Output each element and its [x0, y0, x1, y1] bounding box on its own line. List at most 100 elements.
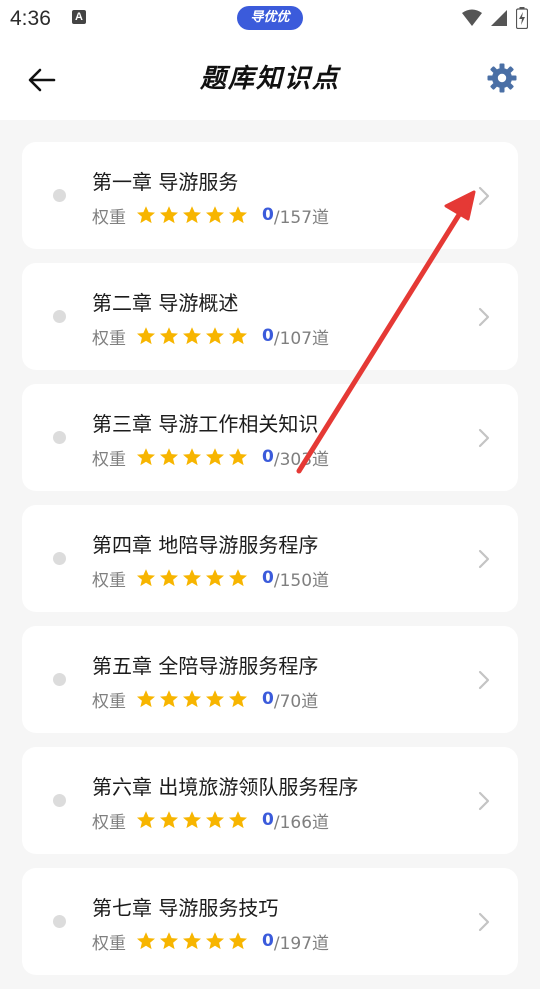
progress-total: /150道 [273, 570, 330, 591]
chapter-title: 第三章 导游工作相关知识 [92, 412, 319, 436]
star-icon [229, 327, 247, 345]
star-icon [137, 448, 155, 466]
star-icon [229, 206, 247, 224]
signal-icon [491, 10, 507, 26]
status-icons [462, 7, 528, 29]
bullet-dot [53, 915, 66, 928]
bullet-dot [53, 673, 66, 686]
chevron-right-icon [478, 670, 490, 690]
chapter-title: 第二章 导游概述 [92, 291, 239, 315]
bullet-dot [53, 552, 66, 565]
star-icon [206, 206, 224, 224]
settings-button[interactable] [484, 60, 520, 96]
star-icon [206, 932, 224, 950]
chevron-right-icon [478, 791, 490, 811]
star-icon [160, 327, 178, 345]
star-icon [183, 690, 201, 708]
star-icon [229, 932, 247, 950]
status-time: 4:36 [10, 7, 51, 30]
star-icon [206, 690, 224, 708]
progress-done: 0 [262, 689, 274, 709]
star-icon [160, 690, 178, 708]
star-icon [206, 327, 224, 345]
star-icon [183, 932, 201, 950]
chevron-right-icon [478, 186, 490, 206]
chevron-right-icon [478, 307, 490, 327]
page-title: 题库知识点 [199, 64, 340, 94]
chapter-meta: 权重 0/157道 [92, 203, 330, 228]
bullet-dot [53, 310, 66, 323]
star-icon [229, 448, 247, 466]
weight-stars [136, 326, 248, 346]
star-icon [183, 327, 201, 345]
progress-done: 0 [262, 447, 274, 467]
star-icon [229, 690, 247, 708]
status-bar: 4:36 A 导优优 [0, 0, 540, 38]
star-icon [183, 448, 201, 466]
progress-total: /166道 [273, 812, 330, 833]
weight-label: 权重 [92, 570, 126, 591]
star-icon [206, 569, 224, 587]
chapter-meta: 权重 0/70道 [92, 687, 318, 712]
chevron-right-icon [478, 428, 490, 448]
star-icon [137, 206, 155, 224]
wifi-icon [462, 9, 482, 26]
star-icon [160, 448, 178, 466]
weight-label: 权重 [92, 207, 126, 228]
chapter-meta: 权重 0/303道 [92, 445, 330, 470]
star-icon [183, 811, 201, 829]
weight-stars [136, 205, 248, 225]
chapter-meta: 权重 0/197道 [92, 929, 330, 954]
star-icon [160, 206, 178, 224]
weight-stars [136, 568, 248, 588]
weight-label: 权重 [92, 691, 126, 712]
chapter-card[interactable]: 第二章 导游概述 权重 0/107道 [22, 263, 518, 370]
chapter-meta: 权重 0/107道 [92, 324, 329, 349]
star-icon [229, 569, 247, 587]
chapter-meta: 权重 0/150道 [92, 566, 330, 591]
star-icon [160, 932, 178, 950]
battery-icon [516, 7, 528, 29]
bullet-dot [53, 794, 66, 807]
star-icon [206, 448, 224, 466]
progress-total: /157道 [273, 207, 330, 228]
chapter-card[interactable]: 第三章 导游工作相关知识 权重 0/303道 [22, 384, 518, 491]
chapter-title: 第一章 导游服务 [92, 170, 239, 194]
star-icon [160, 811, 178, 829]
chapter-title: 第五章 全陪导游服务程序 [92, 654, 319, 678]
app-badge: 导优优 [237, 6, 303, 30]
chapter-title: 第七章 导游服务技巧 [92, 896, 279, 920]
star-icon [137, 932, 155, 950]
weight-label: 权重 [92, 449, 126, 470]
chapter-title: 第六章 出境旅游领队服务程序 [92, 775, 359, 799]
chapter-card[interactable]: 第五章 全陪导游服务程序 权重 0/70道 [22, 626, 518, 733]
chapter-card[interactable]: 第六章 出境旅游领队服务程序 权重 0/166道 [22, 747, 518, 854]
app-header: 题库知识点 [0, 38, 540, 120]
chapter-list: 第一章 导游服务 权重 0/157道 第二章 导游概述 权重 0/107道 第三章 导游工作… [22, 142, 518, 989]
progress-done: 0 [262, 205, 274, 225]
weight-label: 权重 [92, 328, 126, 349]
chapter-card[interactable]: 第七章 导游服务技巧权重 0/197道 [22, 868, 518, 975]
weight-stars [136, 689, 248, 709]
weight-stars [136, 810, 248, 830]
bullet-dot [53, 431, 66, 444]
weight-stars [136, 931, 248, 951]
progress-done: 0 [262, 326, 274, 346]
progress-done: 0 [262, 810, 274, 830]
bullet-dot [53, 189, 66, 202]
chapter-card[interactable]: 第四章 地陪导游服务程序 权重 0/150道 [22, 505, 518, 612]
star-icon [183, 206, 201, 224]
text-a-icon: A [72, 10, 86, 24]
progress-total: /197道 [273, 933, 330, 954]
chapter-card[interactable]: 第一章 导游服务 权重 0/157道 [22, 142, 518, 249]
star-icon [137, 690, 155, 708]
chapter-title: 第四章 地陪导游服务程序 [92, 533, 319, 557]
star-icon [160, 569, 178, 587]
star-icon [137, 327, 155, 345]
star-icon [137, 569, 155, 587]
progress-done: 0 [262, 931, 274, 951]
gear-icon [487, 63, 517, 93]
weight-stars [136, 447, 248, 467]
star-icon [183, 569, 201, 587]
progress-total: /303道 [273, 449, 330, 470]
